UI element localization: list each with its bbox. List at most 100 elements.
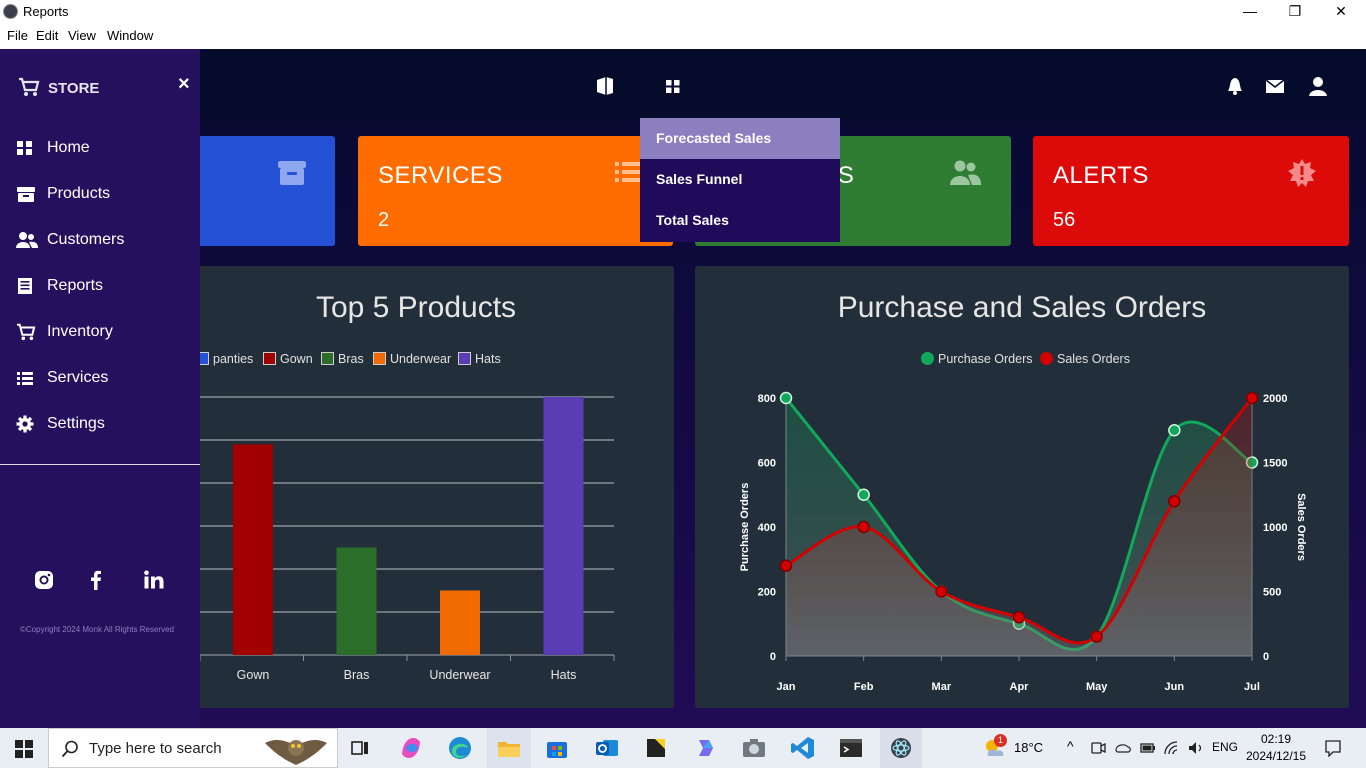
gear-icon — [16, 415, 34, 433]
task-view-icon[interactable] — [346, 734, 374, 762]
data-point — [1168, 424, 1181, 437]
data-point — [779, 391, 793, 405]
file-explorer-icon[interactable] — [495, 734, 523, 762]
alert-icon — [1288, 159, 1316, 187]
dropdown-total-sales[interactable]: Total Sales — [640, 200, 840, 241]
top-products-bar-chart: Gown Bras Underwear Hats — [199, 396, 615, 682]
menu-view[interactable]: View — [68, 28, 96, 43]
sidebar-item-home[interactable]: Home — [0, 129, 200, 169]
chevron-up-icon[interactable]: ^ — [1067, 738, 1074, 754]
close-sidebar-button[interactable]: × — [178, 73, 190, 96]
brand[interactable]: STORE — [18, 77, 99, 97]
sidebar-item-label: Services — [47, 369, 109, 386]
y-axis-label: Purchase Orders — [739, 483, 751, 572]
network-status-icon[interactable] — [1114, 740, 1132, 756]
y-tick-label: 800 — [758, 393, 776, 405]
users-icon — [16, 232, 38, 248]
alerts-card[interactable]: ALERTS 56 — [1033, 136, 1349, 246]
book-icon[interactable] — [594, 75, 616, 97]
menu-file[interactable]: File — [7, 28, 28, 43]
close-window-button[interactable]: ✕ — [1318, 0, 1364, 24]
store-icon[interactable] — [543, 734, 571, 762]
sidebar-item-products[interactable]: Products — [0, 175, 200, 215]
facebook-icon[interactable] — [85, 569, 107, 591]
wifi-icon[interactable] — [1163, 740, 1181, 756]
archive-icon — [278, 161, 306, 185]
sidebar-item-settings[interactable]: Settings — [0, 405, 200, 445]
y-tick-label: 600 — [758, 458, 776, 470]
owl-icon — [265, 739, 327, 765]
alerts-card-value: 56 — [1053, 209, 1076, 231]
services-card-value: 2 — [378, 209, 390, 231]
linkedin-icon[interactable] — [143, 569, 165, 591]
maximize-button[interactable]: ❐ — [1272, 0, 1318, 24]
grid-menu-icon[interactable] — [662, 75, 684, 97]
taskbar: Type here to search 1 18°C ^ ENG 02:19 2… — [0, 728, 1366, 768]
reports-dropdown: Forecasted Sales Sales Funnel Total Sale… — [640, 118, 840, 242]
menu-edit[interactable]: Edit — [36, 28, 58, 43]
brand-label: STORE — [48, 80, 100, 97]
bell-icon[interactable] — [1224, 75, 1246, 97]
services-card[interactable]: SERVICES 2 — [358, 136, 673, 246]
sidebar-item-label: Customers — [47, 231, 125, 248]
copyright-text: ©Copyright 2024 Monk All Rights Reserved — [20, 625, 174, 634]
sticky-notes-icon[interactable] — [642, 734, 670, 762]
x-tick-label: Underwear — [429, 668, 490, 682]
sidebar-item-label: Products — [47, 185, 111, 202]
x-tick-label: Apr — [1010, 681, 1030, 693]
sidebar-item-customers[interactable]: Customers — [0, 221, 200, 261]
menu-window[interactable]: Window — [107, 28, 153, 43]
sidebar: STORE × Home Products Customers Reports … — [0, 49, 200, 728]
x-tick-label: Feb — [854, 681, 874, 693]
data-point — [1012, 611, 1026, 624]
outlook-icon[interactable] — [593, 734, 621, 762]
users-icon — [950, 160, 981, 185]
dropdown-sales-funnel[interactable]: Sales Funnel — [640, 159, 840, 200]
x-tick-label: Jan — [777, 681, 796, 693]
x-tick-label: Bras — [344, 668, 370, 682]
sidebar-divider — [0, 464, 200, 465]
clock-date[interactable]: 2024/12/15 — [1244, 749, 1308, 763]
sidebar-item-label: Inventory — [47, 323, 113, 340]
y2-tick-label: 2000 — [1263, 393, 1287, 405]
title-bar: Reports — ❐ ✕ — [0, 0, 1366, 24]
data-point — [779, 559, 793, 572]
grid-icon — [17, 141, 32, 155]
x-tick-label: Hats — [551, 668, 577, 682]
report-icon — [18, 278, 32, 294]
clock-time[interactable]: 02:19 — [1248, 732, 1304, 746]
data-point — [1168, 494, 1181, 508]
edge-icon[interactable] — [446, 734, 474, 762]
y2-tick-label: 0 — [1263, 651, 1269, 663]
sidebar-item-label: Reports — [47, 277, 104, 294]
user-icon[interactable] — [1307, 75, 1329, 97]
cart-icon — [19, 77, 40, 96]
language-indicator[interactable]: ENG — [1212, 740, 1238, 754]
taskbar-search[interactable]: Type here to search — [48, 728, 338, 768]
x-tick-label: Gown — [237, 668, 270, 682]
terminal-icon[interactable] — [837, 734, 865, 762]
battery-icon[interactable] — [1139, 740, 1157, 756]
products-card[interactable] — [188, 136, 335, 246]
camera-icon[interactable] — [740, 734, 768, 762]
volume-icon[interactable] — [1187, 740, 1205, 756]
electron-app-icon[interactable] — [887, 734, 915, 762]
weather-badge: 1 — [994, 734, 1007, 747]
sidebar-item-services[interactable]: Services — [0, 359, 200, 399]
copilot-app-icon[interactable] — [691, 734, 719, 762]
sidebar-item-inventory[interactable]: Inventory — [0, 313, 200, 353]
data-point — [935, 585, 948, 598]
notification-icon[interactable] — [1324, 739, 1342, 757]
windows-start-icon[interactable] — [15, 740, 33, 758]
dropdown-forecasted-sales[interactable]: Forecasted Sales — [640, 118, 840, 159]
top-nav — [0, 49, 1366, 119]
copilot-icon[interactable] — [397, 734, 425, 762]
weather-temperature[interactable]: 18°C — [1014, 740, 1043, 755]
instagram-icon[interactable] — [33, 569, 55, 591]
sidebar-item-label: Home — [47, 139, 90, 156]
mail-icon[interactable] — [1264, 75, 1286, 97]
minimize-button[interactable]: — — [1227, 0, 1273, 24]
vscode-icon[interactable] — [789, 734, 817, 762]
meet-now-icon[interactable] — [1090, 740, 1106, 756]
sidebar-item-reports[interactable]: Reports — [0, 267, 200, 307]
